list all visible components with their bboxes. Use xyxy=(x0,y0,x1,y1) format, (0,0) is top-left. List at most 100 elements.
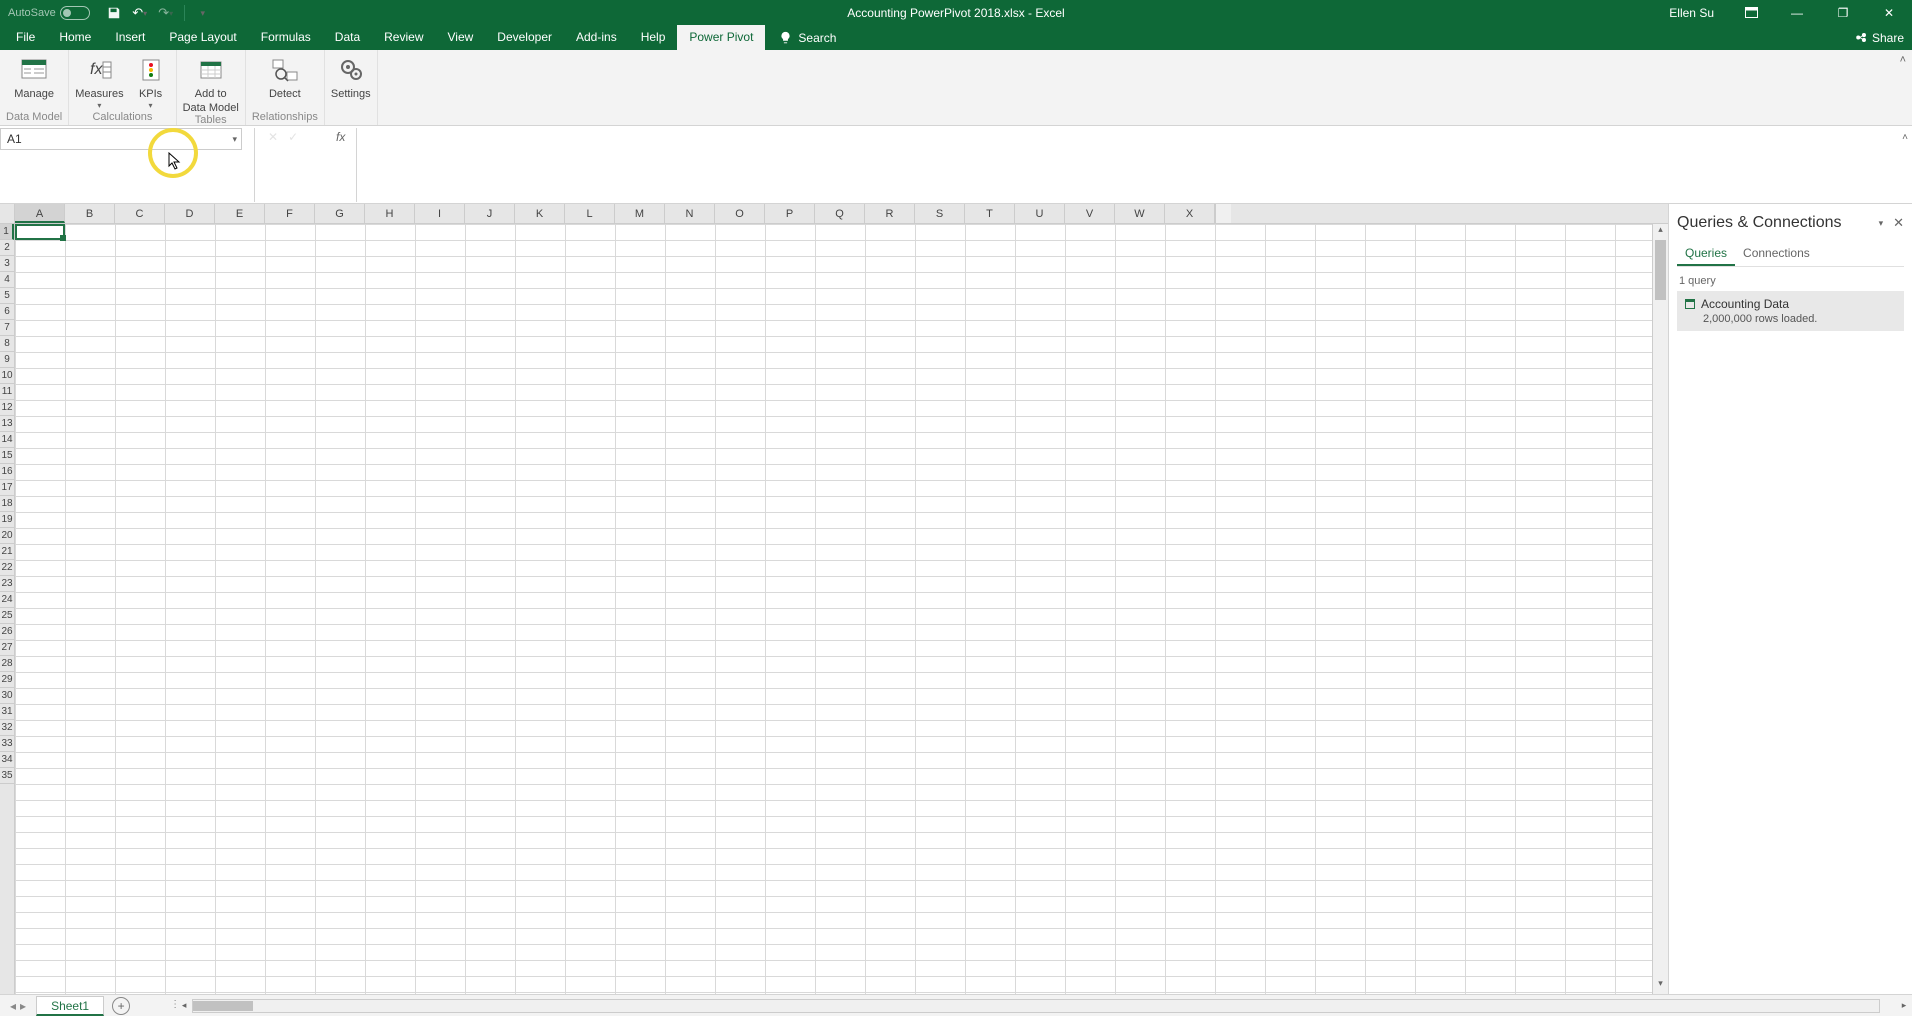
column-header-J[interactable]: J xyxy=(465,204,515,223)
collapse-ribbon-button[interactable]: ˄ xyxy=(1900,54,1906,66)
detect-button[interactable]: Detect xyxy=(266,52,304,100)
row-header-3[interactable]: 3 xyxy=(0,256,14,272)
manage-button[interactable]: Manage xyxy=(14,52,54,100)
column-header-X[interactable]: X xyxy=(1165,204,1215,223)
row-header-4[interactable]: 4 xyxy=(0,272,14,288)
row-header-35[interactable]: 35 xyxy=(0,768,14,784)
customize-qat-button[interactable]: ▾ xyxy=(193,3,213,23)
column-header-I[interactable]: I xyxy=(415,204,465,223)
tab-review[interactable]: Review xyxy=(372,25,435,50)
row-header-29[interactable]: 29 xyxy=(0,672,14,688)
tab-data[interactable]: Data xyxy=(323,25,372,50)
column-header-B[interactable]: B xyxy=(65,204,115,223)
new-sheet-button[interactable]: + xyxy=(112,997,130,1015)
share-button[interactable]: Share xyxy=(1855,25,1904,50)
row-header-34[interactable]: 34 xyxy=(0,752,14,768)
row-header-33[interactable]: 33 xyxy=(0,736,14,752)
scroll-right-button[interactable]: ▸ xyxy=(1896,1000,1912,1011)
ribbon-display-options-button[interactable] xyxy=(1728,0,1774,25)
pane-dropdown-icon[interactable]: ▾ xyxy=(1879,218,1884,229)
tab-file[interactable]: File xyxy=(4,25,47,50)
row-header-2[interactable]: 2 xyxy=(0,240,14,256)
row-header-15[interactable]: 15 xyxy=(0,448,14,464)
row-header-30[interactable]: 30 xyxy=(0,688,14,704)
column-header-C[interactable]: C xyxy=(115,204,165,223)
insert-function-button[interactable]: fx xyxy=(336,130,345,144)
tab-developer[interactable]: Developer xyxy=(485,25,564,50)
row-header-8[interactable]: 8 xyxy=(0,336,14,352)
query-item[interactable]: Accounting Data 2,000,000 rows loaded. xyxy=(1677,291,1904,331)
tab-connections[interactable]: Connections xyxy=(1735,242,1818,266)
tab-insert[interactable]: Insert xyxy=(103,25,157,50)
row-header-28[interactable]: 28 xyxy=(0,656,14,672)
column-header-A[interactable]: A xyxy=(15,204,65,223)
horizontal-scrollbar[interactable] xyxy=(192,999,1880,1013)
column-header-L[interactable]: L xyxy=(565,204,615,223)
autosave-toggle[interactable]: AutoSave xyxy=(8,6,90,20)
column-header-M[interactable]: M xyxy=(615,204,665,223)
column-header-K[interactable]: K xyxy=(515,204,565,223)
name-box-dropdown-icon[interactable]: ▾ xyxy=(232,134,237,145)
row-header-9[interactable]: 9 xyxy=(0,352,14,368)
add-to-data-model-button[interactable]: Add to Data Model xyxy=(183,52,239,114)
column-header-D[interactable]: D xyxy=(165,204,215,223)
row-header-24[interactable]: 24 xyxy=(0,592,14,608)
row-header-32[interactable]: 32 xyxy=(0,720,14,736)
column-header-U[interactable]: U xyxy=(1015,204,1065,223)
hscroll-thumb[interactable] xyxy=(193,1001,253,1011)
tab-page-layout[interactable]: Page Layout xyxy=(157,25,248,50)
row-header-19[interactable]: 19 xyxy=(0,512,14,528)
scroll-left-button[interactable]: ◂ xyxy=(176,1000,192,1011)
prev-sheet-button[interactable]: ◂ xyxy=(10,999,16,1013)
tab-view[interactable]: View xyxy=(436,25,486,50)
column-header-R[interactable]: R xyxy=(865,204,915,223)
row-header-20[interactable]: 20 xyxy=(0,528,14,544)
save-button[interactable] xyxy=(104,3,124,23)
close-pane-button[interactable]: ✕ xyxy=(1893,215,1904,231)
column-header-F[interactable]: F xyxy=(265,204,315,223)
row-header-23[interactable]: 23 xyxy=(0,576,14,592)
sheet-tab-sheet1[interactable]: Sheet1 xyxy=(36,996,104,1016)
maximize-button[interactable]: ❐ xyxy=(1820,0,1866,25)
row-header-11[interactable]: 11 xyxy=(0,384,14,400)
user-name[interactable]: Ellen Su xyxy=(1669,6,1714,20)
scroll-up-button[interactable]: ▴ xyxy=(1653,224,1668,240)
row-header-6[interactable]: 6 xyxy=(0,304,14,320)
row-header-10[interactable]: 10 xyxy=(0,368,14,384)
column-header-E[interactable]: E xyxy=(215,204,265,223)
tell-me-search[interactable]: Search xyxy=(765,25,850,50)
name-box[interactable]: A1 ▾ xyxy=(0,128,242,150)
collapse-formula-bar-button[interactable]: ˄ xyxy=(1902,132,1908,143)
row-header-18[interactable]: 18 xyxy=(0,496,14,512)
column-header-Q[interactable]: Q xyxy=(815,204,865,223)
row-header-7[interactable]: 7 xyxy=(0,320,14,336)
row-header-25[interactable]: 25 xyxy=(0,608,14,624)
column-header-T[interactable]: T xyxy=(965,204,1015,223)
row-header-16[interactable]: 16 xyxy=(0,464,14,480)
vscroll-thumb[interactable] xyxy=(1655,240,1666,300)
tab-power-pivot[interactable]: Power Pivot xyxy=(677,25,765,50)
column-header-S[interactable]: S xyxy=(915,204,965,223)
redo-button[interactable]: ↷▾ xyxy=(156,3,176,23)
column-header-P[interactable]: P xyxy=(765,204,815,223)
kpis-button[interactable]: KPIs ▾ xyxy=(132,52,170,110)
row-header-31[interactable]: 31 xyxy=(0,704,14,720)
column-header-W[interactable]: W xyxy=(1115,204,1165,223)
row-header-26[interactable]: 26 xyxy=(0,624,14,640)
row-header-1[interactable]: 1 xyxy=(0,224,14,240)
settings-button[interactable]: Settings xyxy=(331,52,371,100)
cells-grid[interactable] xyxy=(15,224,1652,994)
formula-input[interactable] xyxy=(356,128,1896,202)
measures-button[interactable]: fx Measures ▾ xyxy=(75,52,123,110)
tab-addins[interactable]: Add-ins xyxy=(564,25,629,50)
undo-button[interactable]: ↶▾ xyxy=(130,3,150,23)
column-header-G[interactable]: G xyxy=(315,204,365,223)
vscroll-track[interactable] xyxy=(1653,240,1668,978)
minimize-button[interactable]: — xyxy=(1774,0,1820,25)
close-button[interactable]: ✕ xyxy=(1866,0,1912,25)
column-header-O[interactable]: O xyxy=(715,204,765,223)
row-header-5[interactable]: 5 xyxy=(0,288,14,304)
column-header-N[interactable]: N xyxy=(665,204,715,223)
row-header-22[interactable]: 22 xyxy=(0,560,14,576)
column-header-V[interactable]: V xyxy=(1065,204,1115,223)
